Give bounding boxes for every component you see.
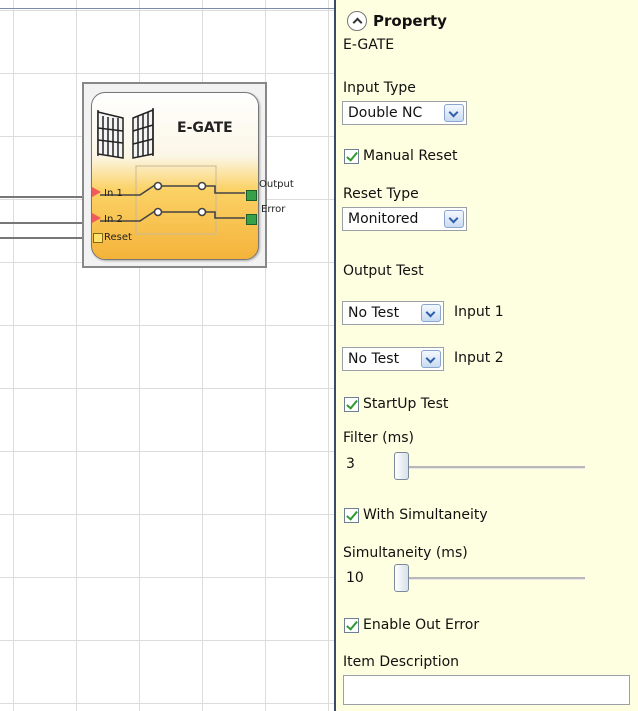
filter-slider-track[interactable] — [398, 466, 585, 469]
output-port[interactable] — [246, 190, 257, 201]
output-port-label: Output — [259, 179, 294, 190]
reset-type-select[interactable]: Monitored — [342, 207, 467, 231]
collapse-up-icon[interactable] — [347, 11, 367, 31]
filter-value: 3 — [346, 456, 355, 472]
output-test-select-2[interactable]: No Test — [342, 347, 444, 371]
with-simultaneity-checkbox[interactable] — [344, 508, 359, 523]
input-port-label: In 1 — [104, 188, 123, 199]
manual-reset-checkbox[interactable] — [344, 149, 359, 164]
wire-reset[interactable] — [0, 237, 93, 239]
simultaneity-slider-track[interactable] — [398, 577, 585, 580]
reset-port[interactable] — [93, 233, 103, 243]
chevron-down-icon[interactable] — [421, 304, 441, 322]
enable-out-error-checkbox[interactable] — [344, 618, 359, 633]
output-test-input-label-1: Input 1 — [454, 304, 504, 320]
input-type-select[interactable]: Double NC — [342, 101, 467, 125]
chevron-down-icon[interactable] — [444, 210, 464, 228]
with-simultaneity-label: With Simultaneity — [363, 507, 488, 523]
filter-slider-thumb[interactable] — [394, 452, 409, 480]
wire-in-2[interactable] — [0, 222, 93, 224]
item-description-input[interactable] — [343, 675, 630, 705]
input-type-value: Double NC — [348, 105, 423, 121]
output-test-value-2: No Test — [348, 351, 400, 367]
reset-type-value: Monitored — [348, 211, 419, 227]
input-port-label: In 2 — [104, 214, 123, 225]
output-test-select-1[interactable]: No Test — [342, 301, 444, 325]
reset-port-label: Reset — [104, 232, 132, 243]
wire-in-1[interactable] — [0, 196, 93, 198]
item-name: E-GATE — [343, 37, 395, 53]
chevron-down-icon[interactable] — [444, 104, 464, 122]
simultaneity-value: 10 — [346, 570, 364, 586]
startup-test-checkbox[interactable] — [344, 397, 359, 412]
item-description-label: Item Description — [343, 654, 460, 670]
enable-out-error-label: Enable Out Error — [363, 617, 480, 633]
input-port-in-1[interactable] — [92, 187, 101, 197]
input-type-label: Input Type — [343, 80, 416, 96]
filter-label: Filter (ms) — [343, 430, 414, 446]
gate-icon — [97, 108, 154, 159]
manual-reset-label: Manual Reset — [363, 148, 458, 164]
chevron-down-icon[interactable] — [421, 350, 441, 368]
panel-header: Property — [373, 12, 447, 30]
output-test-label: Output Test — [343, 263, 424, 279]
reset-type-label: Reset Type — [343, 186, 419, 202]
output-test-value-1: No Test — [348, 305, 400, 321]
block-title: E-GATE — [177, 120, 233, 136]
simultaneity-label: Simultaneity (ms) — [343, 545, 468, 561]
error-port-label: Error — [261, 204, 286, 215]
simultaneity-slider-thumb[interactable] — [394, 564, 409, 592]
startup-test-label: StartUp Test — [363, 396, 449, 412]
output-test-input-label-2: Input 2 — [454, 350, 504, 366]
canvas-top-border — [0, 8, 334, 9]
error-port[interactable] — [246, 214, 257, 225]
input-port-in-2[interactable] — [92, 213, 101, 223]
